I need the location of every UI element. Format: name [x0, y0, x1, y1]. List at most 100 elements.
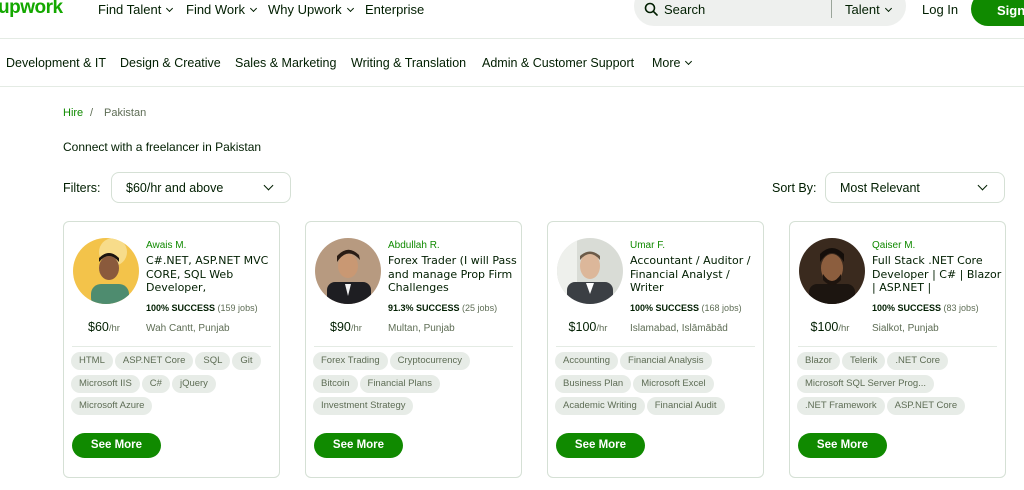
skill-tag[interactable]: Financial Audit: [646, 397, 725, 415]
nav-find-talent[interactable]: Find Talent: [98, 2, 174, 17]
signup-button[interactable]: Sign: [971, 0, 1024, 26]
freelancer-title: Full Stack .NET Core Developer | C# | Bl…: [872, 254, 1002, 294]
nav-label: Why Upwork: [268, 2, 342, 17]
success-score: 100% SUCCESS: [630, 303, 700, 313]
freelancer-card[interactable]: Qaiser M. Full Stack .NET Core Developer…: [789, 221, 1006, 478]
success-score: 100% SUCCESS: [872, 303, 942, 313]
skill-tag[interactable]: Financial Analysis: [620, 352, 712, 370]
category-sales-marketing[interactable]: Sales & Marketing: [235, 56, 336, 70]
freelancer-name[interactable]: Awais M.: [146, 240, 186, 251]
sort-select[interactable]: Most Relevant: [825, 172, 1005, 203]
see-more-button[interactable]: See More: [798, 433, 887, 458]
skill-tag[interactable]: Microsoft SQL Server Prog...: [797, 374, 935, 393]
skill-tag[interactable]: C#: [141, 374, 170, 393]
rate-value: $100: [810, 320, 839, 334]
rate-unit: /hr: [596, 323, 608, 334]
skill-tag[interactable]: Telerik: [841, 352, 886, 370]
job-success: 91.3% SUCCESS (25 jobs): [388, 303, 497, 313]
divider: [72, 346, 271, 347]
skill-tag[interactable]: jQuery: [171, 374, 216, 393]
search-icon: [644, 2, 658, 16]
avatar: [557, 238, 623, 304]
search-scope-select[interactable]: Talent: [845, 2, 892, 17]
skill-tag[interactable]: Accounting: [555, 352, 619, 370]
top-navigation: upwork Find Talent Find Work Why Upwork …: [0, 0, 1024, 26]
nav-find-work[interactable]: Find Work: [186, 2, 258, 17]
location: Islamabad, Islāmābād: [630, 323, 728, 334]
success-score: 100% SUCCESS: [146, 303, 216, 313]
skill-tag[interactable]: Git: [232, 352, 261, 370]
job-success: 100% SUCCESS (159 jobs): [146, 303, 258, 313]
skills-list: Forex Trading Cryptocurrency Bitcoin Financ…: [313, 352, 518, 420]
chevron-down-icon: [977, 180, 988, 191]
divider: [314, 346, 513, 347]
freelancer-title: Accountant / Auditor / Financial Analyst…: [630, 254, 751, 294]
skill-tag[interactable]: .NET Core: [887, 352, 949, 370]
skills-list: HTML ASP.NET Core SQL Git Microsoft IIS C# jQu…: [71, 352, 276, 420]
freelancer-card[interactable]: Abdullah R. Forex Trader (I will Pass an…: [305, 221, 522, 478]
skill-tag[interactable]: Microsoft Azure: [71, 397, 153, 415]
job-success: 100% SUCCESS (168 jobs): [630, 303, 742, 313]
freelancer-name[interactable]: Umar F.: [630, 240, 665, 251]
skill-tag[interactable]: Blazor: [797, 352, 840, 370]
see-more-button[interactable]: See More: [556, 433, 645, 458]
rate-unit: /hr: [350, 323, 362, 334]
freelancer-name[interactable]: Abdullah R.: [388, 240, 440, 251]
divider: [798, 346, 997, 347]
search-scope-label: Talent: [845, 2, 880, 17]
location: Multan, Punjab: [388, 323, 455, 334]
skill-tag[interactable]: ASP.NET Core: [886, 397, 966, 415]
hourly-rate: $100/hr: [790, 320, 870, 334]
freelancer-name[interactable]: Qaiser M.: [872, 240, 915, 251]
freelancer-card[interactable]: Umar F. Accountant / Auditor / Financial…: [547, 221, 764, 478]
category-more[interactable]: More: [652, 56, 693, 70]
skill-tag[interactable]: HTML: [71, 352, 113, 370]
see-more-button[interactable]: See More: [314, 433, 403, 458]
skill-tag[interactable]: Microsoft IIS: [71, 374, 140, 393]
category-design-creative[interactable]: Design & Creative: [120, 56, 221, 70]
freelancer-card[interactable]: Awais M. C#.NET, ASP.NET MVC CORE, SQL W…: [63, 221, 280, 478]
skill-tag[interactable]: Bitcoin: [313, 374, 358, 393]
nav-label: Find Talent: [98, 2, 162, 17]
location: Sialkot, Punjab: [872, 323, 939, 334]
login-link[interactable]: Log In: [922, 2, 958, 17]
location: Wah Cantt, Punjab: [146, 323, 230, 334]
skill-tag[interactable]: Financial Plans: [359, 374, 440, 393]
rate-unit: /hr: [108, 323, 120, 334]
skill-tag[interactable]: Investment Strategy: [313, 397, 414, 415]
nav-label: Find Work: [186, 2, 245, 17]
skill-tag[interactable]: ASP.NET Core: [114, 352, 194, 370]
see-more-button[interactable]: See More: [72, 433, 161, 458]
rate-filter-select[interactable]: $60/hr and above: [111, 172, 291, 203]
divider: [556, 346, 755, 347]
chevron-down-icon: [263, 180, 274, 191]
nav-why-upwork[interactable]: Why Upwork: [268, 2, 354, 17]
skill-tag[interactable]: Forex Trading: [313, 352, 388, 370]
upwork-logo[interactable]: upwork: [0, 0, 63, 19]
nav-enterprise[interactable]: Enterprise: [365, 2, 424, 17]
skill-tag[interactable]: .NET Framework: [797, 397, 885, 415]
skill-tag[interactable]: SQL: [195, 352, 231, 370]
category-more-label: More: [652, 56, 681, 70]
skill-tag[interactable]: Academic Writing: [555, 397, 645, 415]
search-input[interactable]: Search: [664, 2, 705, 17]
rate-value: $60: [88, 320, 109, 334]
hourly-rate: $90/hr: [306, 320, 386, 334]
avatar: [799, 238, 865, 304]
breadcrumb-hire[interactable]: Hire: [63, 107, 83, 119]
skill-tag[interactable]: Microsoft Excel: [633, 374, 714, 393]
sort-label: Sort By:: [772, 181, 817, 195]
category-development-it[interactable]: Development & IT: [6, 56, 106, 70]
rate-filter-value: $60/hr and above: [126, 181, 224, 195]
success-score: 91.3% SUCCESS: [388, 303, 460, 313]
chevron-down-icon: [884, 4, 892, 13]
category-admin-support[interactable]: Admin & Customer Support: [482, 56, 634, 70]
jobs-count: (159 jobs): [217, 303, 258, 313]
skill-tag[interactable]: Cryptocurrency: [389, 352, 471, 370]
skills-list: Accounting Financial Analysis Business Pla…: [555, 352, 760, 420]
jobs-count: (25 jobs): [462, 303, 498, 313]
skill-tag[interactable]: Business Plan: [555, 374, 632, 393]
chevron-down-icon: [249, 4, 258, 13]
filters-label: Filters:: [63, 181, 101, 195]
category-writing-translation[interactable]: Writing & Translation: [351, 56, 466, 70]
